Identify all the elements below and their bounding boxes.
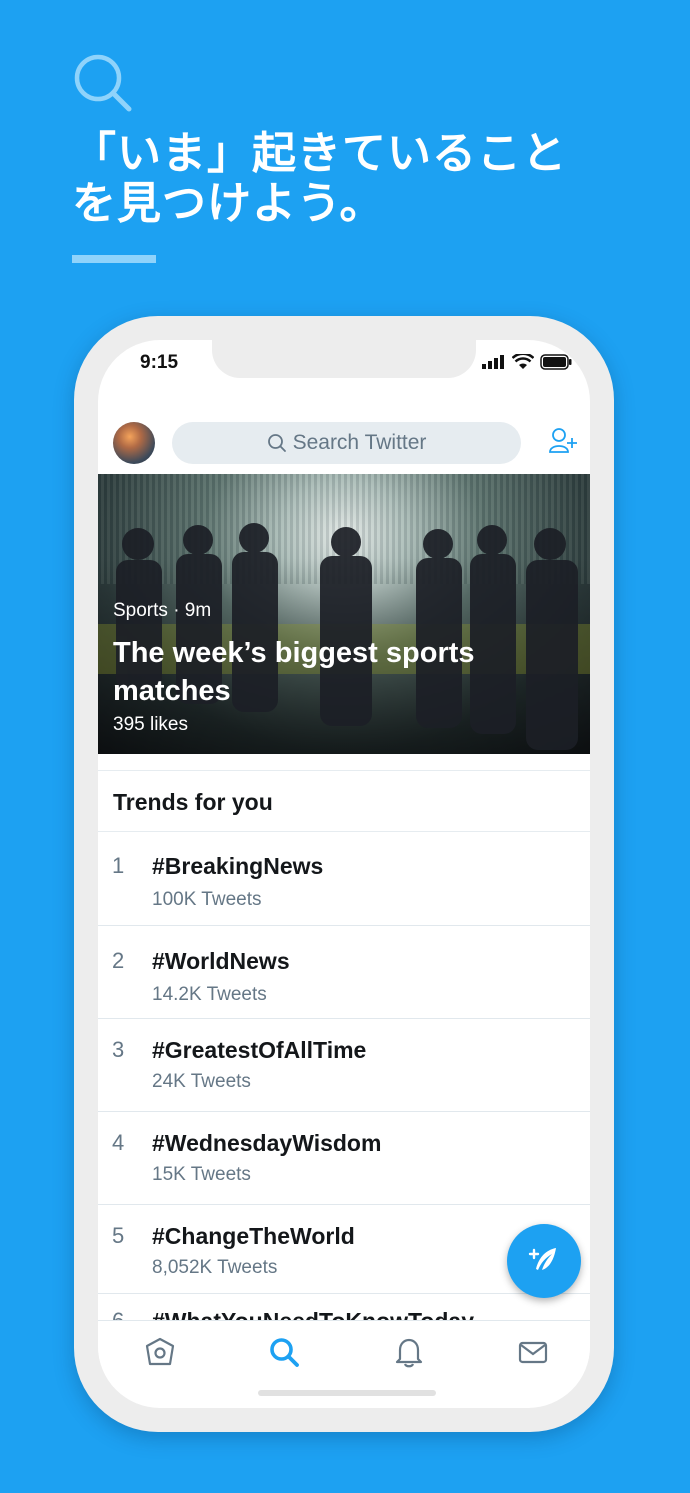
- phone-frame: 9:15 Search Twitter Sports · 9m The week…: [74, 316, 614, 1432]
- search-input[interactable]: Search Twitter: [172, 422, 521, 464]
- trend-hashtag: #ChangeTheWorld: [152, 1223, 355, 1249]
- trend-item[interactable]: 3 #GreatestOfAllTime 24K Tweets: [98, 1019, 590, 1112]
- trend-hashtag: #GreatestOfAllTime: [152, 1037, 367, 1063]
- trend-count: 15K Tweets: [152, 1164, 251, 1185]
- notifications-icon[interactable]: [392, 1335, 426, 1369]
- hero-story-card[interactable]: Sports · 9m The week’s biggest sports ma…: [98, 474, 590, 754]
- trend-rank: 3: [112, 1037, 125, 1062]
- trend-hashtag: #WorldNews: [152, 948, 290, 974]
- promo-headline: 「いま」起きていること を見つけよう。: [72, 129, 672, 229]
- trend-hashtag: #WhatYouNeedToKnowToday: [152, 1308, 474, 1320]
- home-icon[interactable]: [143, 1335, 177, 1369]
- battery-icon: [540, 354, 572, 375]
- hero-title: The week’s biggest sports matches: [113, 637, 475, 707]
- trend-count: 100K Tweets: [152, 889, 262, 910]
- promo-underline: [72, 255, 156, 263]
- promo-headline-line2: を見つけよう。: [72, 178, 385, 229]
- search-icon[interactable]: [267, 1335, 301, 1369]
- compose-feather-icon: [528, 1248, 556, 1270]
- wifi-icon: [511, 352, 535, 375]
- trend-hashtag: #WednesdayWisdom: [152, 1130, 382, 1156]
- search-placeholder: Search Twitter: [292, 431, 427, 454]
- compose-tweet-button[interactable]: [507, 1224, 581, 1298]
- trend-item[interactable]: 1 #BreakingNews 100K Tweets: [98, 831, 590, 926]
- search-icon: [267, 434, 286, 452]
- messages-icon[interactable]: [516, 1335, 550, 1369]
- trend-rank: 6: [112, 1308, 124, 1320]
- trend-item[interactable]: 6 #WhatYouNeedToKnowToday: [98, 1294, 590, 1320]
- search-icon: [74, 54, 132, 112]
- avatar[interactable]: [113, 422, 155, 464]
- hero-category: Sports · 9m: [113, 600, 212, 621]
- promo-banner: 「いま」起きていること を見つけよう。: [72, 52, 672, 263]
- trend-item[interactable]: 2 #WorldNews 14.2K Tweets: [98, 926, 590, 1019]
- promo-headline-line1: 「いま」起きていること: [72, 128, 567, 179]
- home-indicator: [258, 1390, 436, 1396]
- trend-rank: 5: [112, 1223, 125, 1248]
- phone-screen: 9:15 Search Twitter Sports · 9m The week…: [98, 340, 590, 1408]
- status-time: 9:15: [140, 352, 179, 373]
- signal-icon: [482, 355, 506, 374]
- trends-header: Trends for you: [98, 770, 590, 832]
- trend-rank: 2: [112, 948, 125, 973]
- trend-count: 24K Tweets: [152, 1071, 251, 1092]
- trend-item[interactable]: 4 #WednesdayWisdom 15K Tweets: [98, 1112, 590, 1205]
- trends-header-label: Trends for you: [113, 789, 273, 815]
- trend-rank: 1: [112, 853, 125, 878]
- phone-notch: [212, 340, 476, 378]
- hero-likes: 395 likes: [113, 714, 188, 735]
- trend-count: 14.2K Tweets: [152, 984, 267, 1005]
- explore-header: Search Twitter: [98, 406, 590, 475]
- bottom-tab-bar: [98, 1320, 590, 1387]
- status-icons: [482, 352, 572, 375]
- trend-count: 8,052K Tweets: [152, 1257, 278, 1278]
- trend-hashtag: #BreakingNews: [152, 853, 324, 879]
- trend-rank: 4: [112, 1130, 125, 1155]
- add-user-icon[interactable]: [548, 426, 578, 456]
